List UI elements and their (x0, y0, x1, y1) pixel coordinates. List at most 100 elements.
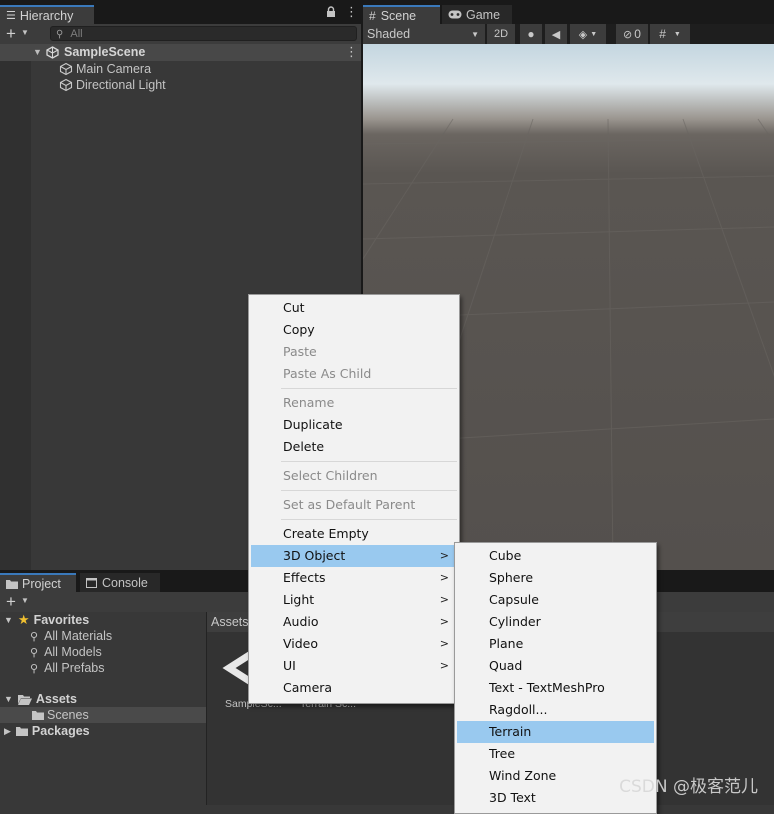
menu-item-ui[interactable]: UI > (251, 655, 457, 677)
lighting-toggle[interactable]: ● (520, 24, 542, 44)
hierarchy-tabstrip: ☰ Hierarchy ⋮ (0, 0, 361, 24)
toggle-2d-label: 2D (493, 28, 509, 40)
menu-item-label: Copy (283, 322, 315, 337)
kebab-menu-icon[interactable]: ⋮ (345, 5, 358, 19)
chevron-down-icon[interactable]: ▼ (21, 596, 29, 605)
menu-item-label: Paste As Child (283, 366, 372, 381)
submenu-item-terrain[interactable]: Terrain (457, 721, 654, 743)
submenu-item-label: 3D Text (489, 790, 536, 805)
scene-tabstrip: # Scene Game (363, 0, 774, 24)
tab-scene[interactable]: # Scene (363, 5, 440, 24)
hierarchy-item[interactable]: Main Camera (31, 61, 361, 77)
tab-scene-label: Scene (380, 8, 417, 23)
submenu-item-cube[interactable]: Cube (457, 545, 654, 567)
tab-console[interactable]: Console (80, 573, 160, 592)
menu-item-paste-as-child[interactable]: Paste As Child (251, 363, 457, 385)
menu-item-light[interactable]: Light > (251, 589, 457, 611)
add-icon[interactable]: + (6, 24, 16, 43)
scene-header-row[interactable]: ▼ SampleScene ⋮ (0, 44, 361, 61)
context-menu: Cut Copy Paste Paste As Child Rename Dup… (248, 294, 460, 704)
submenu-item-quad[interactable]: Quad (457, 655, 654, 677)
menu-item-effects[interactable]: Effects > (251, 567, 457, 589)
chevron-right-icon: > (439, 549, 449, 562)
submenu-item-label: Ragdoll... (489, 702, 548, 717)
menu-item-rename[interactable]: Rename (251, 392, 457, 414)
submenu-item-label: Terrain (489, 724, 532, 739)
breadcrumb-assets[interactable]: Assets (211, 615, 249, 629)
menu-item-copy[interactable]: Copy (251, 319, 457, 341)
menu-item-audio[interactable]: Audio > (251, 611, 457, 633)
chevron-down-icon: ▼ (673, 30, 681, 38)
packages-folder-row[interactable]: ▶ Packages (0, 723, 90, 739)
search-icon: ⚲ (30, 630, 39, 643)
menu-item-camera[interactable]: Camera (251, 677, 457, 699)
tab-project[interactable]: Project (0, 573, 76, 592)
menu-item-label: Set as Default Parent (283, 497, 416, 512)
hidden-count: 0 (634, 27, 641, 41)
menu-item-create-empty[interactable]: Create Empty (251, 523, 457, 545)
favorite-item[interactable]: ⚲ All Materials (30, 628, 112, 644)
menu-item-set-default-parent[interactable]: Set as Default Parent (251, 494, 457, 516)
menu-item-label: Select Children (283, 468, 378, 483)
chevron-down-icon: ▼ (471, 29, 479, 39)
hierarchy-item-label: Main Camera (76, 62, 152, 76)
favorite-item[interactable]: ⚲ All Prefabs (30, 660, 105, 676)
submenu-item-textmeshpro[interactable]: Text - TextMeshPro (457, 677, 654, 699)
tab-game-label: Game (466, 7, 501, 22)
gameobject-cube-icon (59, 62, 73, 76)
submenu-item-label: Quad (489, 658, 523, 673)
submenu-item-plane[interactable]: Plane (457, 633, 654, 655)
layers-icon: ◈ (578, 28, 588, 41)
favorites-row[interactable]: ▼ ★ Favorites (0, 612, 89, 628)
expand-arrow-icon[interactable]: ▼ (33, 47, 42, 57)
add-icon[interactable]: + (6, 592, 16, 611)
menu-item-video[interactable]: Video > (251, 633, 457, 655)
search-icon: ⚲ (56, 29, 64, 40)
menu-item-label: Paste (283, 344, 317, 359)
assets-folder-row[interactable]: ▼ Assets (0, 691, 77, 707)
search-icon: ⚲ (30, 646, 39, 659)
submenu-item-ragdoll[interactable]: Ragdoll... (457, 699, 654, 721)
shading-mode-value: Shaded (367, 27, 411, 41)
hierarchy-item[interactable]: Directional Light (31, 77, 361, 93)
menu-item-duplicate[interactable]: Duplicate (251, 414, 457, 436)
folder-icon (6, 579, 18, 589)
expand-arrow-icon[interactable]: ▶ (4, 726, 11, 737)
menu-item-label: Camera (283, 680, 333, 695)
tab-hierarchy[interactable]: ☰ Hierarchy (0, 5, 94, 24)
tab-game[interactable]: Game (442, 5, 512, 24)
grid-snap-dropdown[interactable]: # ▼ (650, 24, 690, 44)
lock-icon[interactable] (326, 6, 336, 18)
submenu-item-cylinder[interactable]: Cylinder (457, 611, 654, 633)
hierarchy-item-label: Directional Light (76, 78, 166, 92)
scene-kebab-icon[interactable]: ⋮ (345, 44, 358, 60)
shading-mode-dropdown[interactable]: Shaded ▼ (363, 24, 485, 44)
submenu-item-sphere[interactable]: Sphere (457, 567, 654, 589)
submenu-item-capsule[interactable]: Capsule (457, 589, 654, 611)
submenu-item-tree[interactable]: Tree (457, 743, 654, 765)
menu-item-3d-object[interactable]: 3D Object > (251, 545, 457, 567)
menu-item-select-children[interactable]: Select Children (251, 465, 457, 487)
scenes-folder-row[interactable]: Scenes (0, 707, 206, 723)
audio-toggle[interactable]: ◀ (545, 24, 567, 44)
assets-label: Assets (35, 692, 77, 706)
expand-arrow-icon[interactable]: ▼ (4, 615, 13, 625)
expand-arrow-icon[interactable]: ▼ (4, 694, 13, 704)
hierarchy-search-input[interactable]: ⚲ All (50, 26, 357, 41)
menu-item-paste[interactable]: Paste (251, 341, 457, 363)
scenes-label: Scenes (47, 708, 89, 722)
menu-item-cut[interactable]: Cut (251, 297, 457, 319)
chevron-right-icon: > (439, 637, 449, 650)
submenu-item-label: Cube (489, 548, 522, 563)
grid-snap-icon: # (659, 27, 666, 41)
favorite-item[interactable]: ⚲ All Models (30, 644, 102, 660)
visibility-toggle[interactable]: ⊘ 0 (616, 24, 648, 44)
star-icon: ★ (17, 612, 30, 627)
menu-item-label: Effects (283, 570, 326, 585)
unity-scene-icon (46, 46, 59, 59)
menu-item-label: Cut (283, 300, 305, 315)
toggle-2d-button[interactable]: 2D (487, 24, 515, 44)
chevron-down-icon[interactable]: ▼ (21, 28, 29, 37)
effects-dropdown[interactable]: ◈ ▼ (570, 24, 606, 44)
menu-item-delete[interactable]: Delete (251, 436, 457, 458)
